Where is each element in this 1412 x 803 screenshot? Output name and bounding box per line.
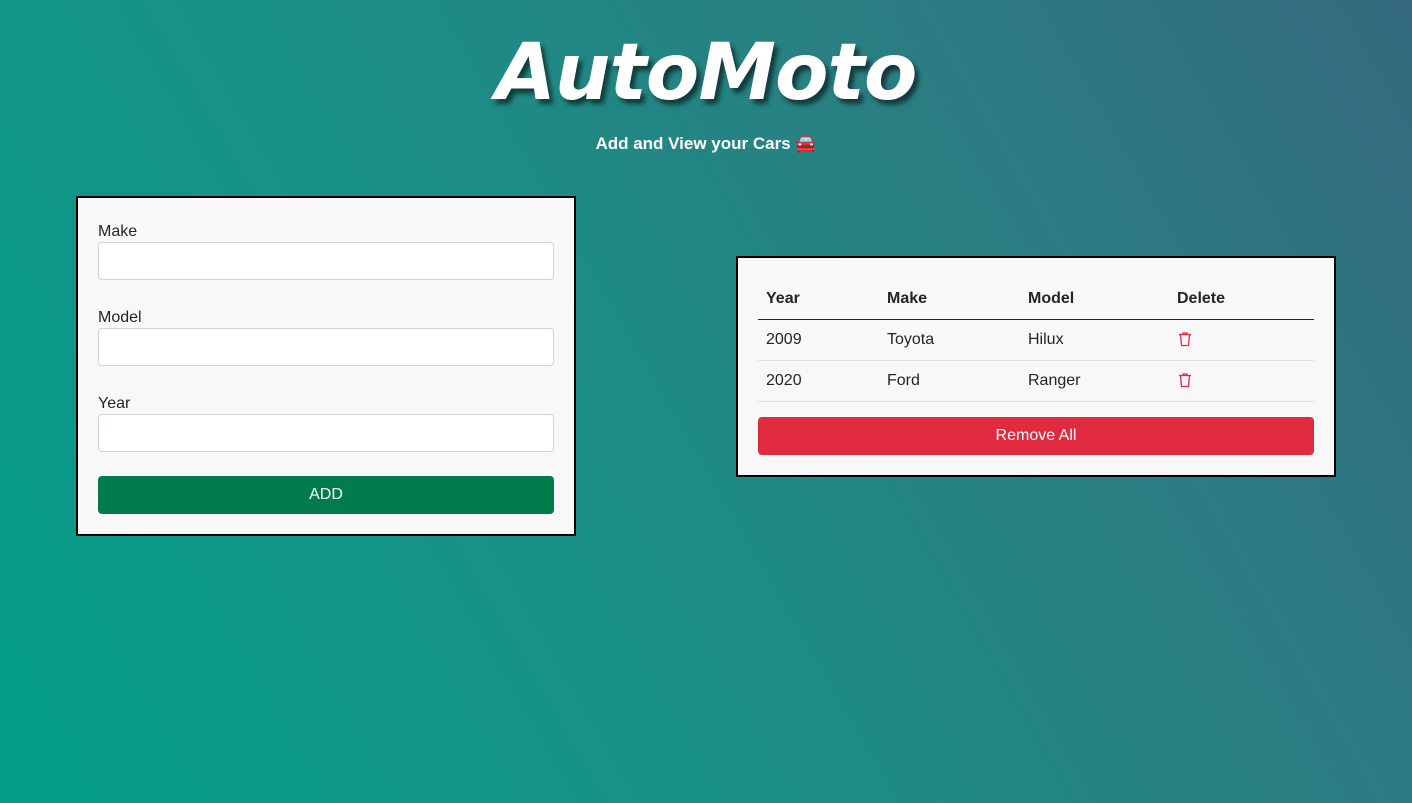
cell-make: Toyota [879, 319, 1020, 361]
cell-year: 2020 [758, 360, 879, 402]
column-header-year: Year [758, 280, 879, 320]
column-header-model: Model [1020, 280, 1169, 320]
cell-model: Hilux [1020, 319, 1169, 361]
year-input[interactable] [98, 414, 554, 452]
trash-icon[interactable] [1177, 331, 1193, 347]
app-subtitle: Add and View your Cars 🚘 [595, 134, 817, 153]
model-label: Model [98, 309, 142, 326]
cell-make: Ford [879, 360, 1020, 402]
cars-table: Year Make Model Delete 2009 Toyota Hilux [758, 280, 1314, 402]
cell-delete [1169, 360, 1314, 402]
cell-delete [1169, 319, 1314, 361]
cars-table-panel: Year Make Model Delete 2009 Toyota Hilux [736, 256, 1336, 477]
table-header-row: Year Make Model Delete [758, 280, 1314, 320]
app-title: AutoMoto [495, 28, 918, 118]
make-label: Make [98, 223, 138, 240]
cell-year: 2009 [758, 319, 879, 361]
make-input[interactable] [98, 242, 554, 280]
table-row: 2020 Ford Ranger [758, 360, 1314, 402]
table-row: 2009 Toyota Hilux [758, 319, 1314, 361]
add-button[interactable]: ADD [98, 476, 554, 514]
trash-icon[interactable] [1177, 372, 1193, 388]
model-input[interactable] [98, 328, 554, 366]
remove-all-button[interactable]: Remove All [758, 417, 1314, 455]
column-header-make: Make [879, 280, 1020, 320]
column-header-delete: Delete [1169, 280, 1314, 320]
year-label: Year [98, 395, 131, 412]
cell-model: Ranger [1020, 360, 1169, 402]
add-car-form: Make Model Year ADD [76, 196, 576, 536]
